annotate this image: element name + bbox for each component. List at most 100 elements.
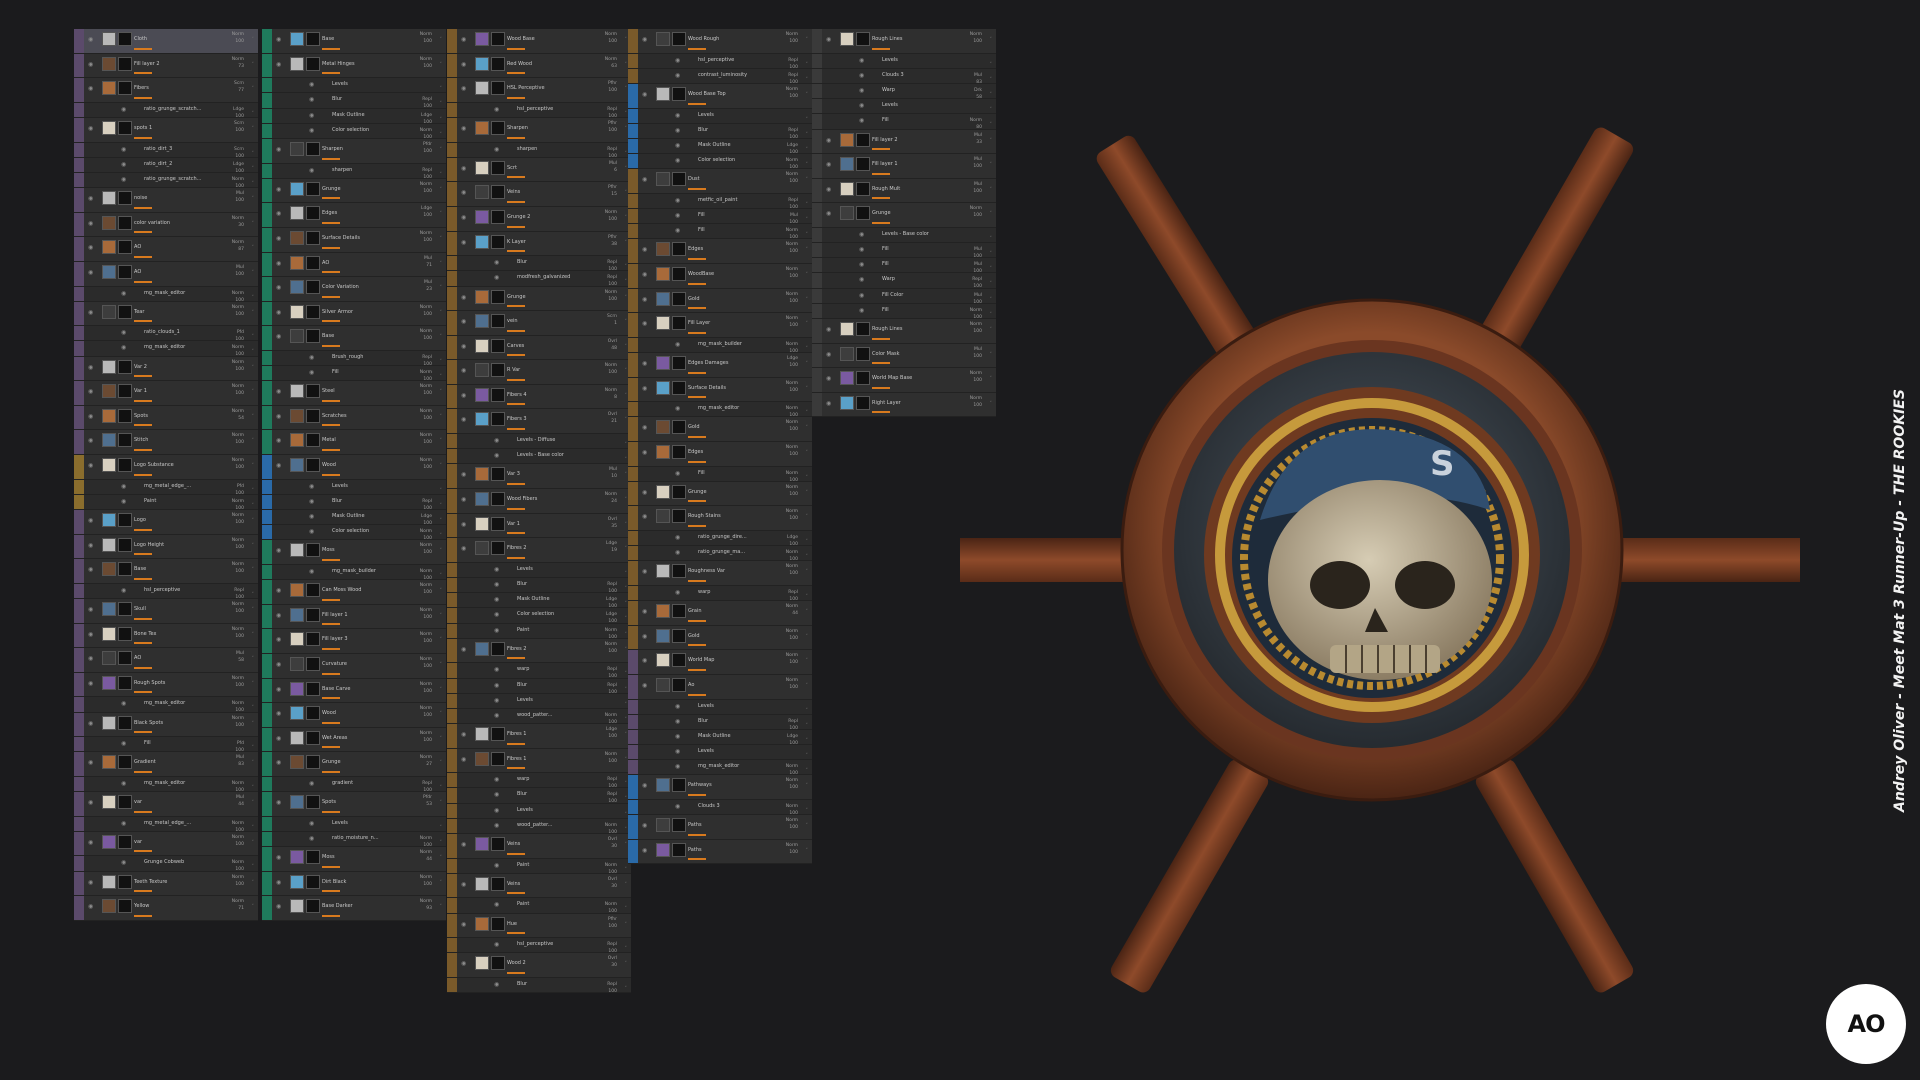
blend-mode[interactable]: Repl	[788, 58, 798, 63]
layer-row[interactable]: ◉ Base Carve Norm 100 ˅	[262, 678, 446, 704]
visibility-eye-icon[interactable]: ◉	[276, 686, 281, 694]
visibility-eye-icon[interactable]: ◉	[675, 112, 680, 120]
layer-row[interactable]: ◉ Yellow Norm 71 ˅	[74, 896, 258, 921]
layer-row[interactable]: ◉ var Mul 44 ˅	[74, 792, 258, 817]
visibility-eye-icon[interactable]: ◉	[642, 822, 647, 830]
layer-opacity[interactable]: 100	[235, 634, 244, 639]
visibility-eye-icon[interactable]: ◉	[309, 780, 314, 788]
blend-mode[interactable]: Norm	[420, 899, 432, 904]
layer-opacity[interactable]: 35	[611, 524, 617, 529]
layer-row[interactable]: ◉ Rough Stains Norm 100 ˅	[628, 506, 812, 531]
layer-row[interactable]: ◉ Fibers Scrn 77 ˅	[74, 78, 258, 103]
layer-row[interactable]: ◉ ratio_grunge_scratch... Ldge 100 ˅	[74, 102, 258, 119]
chevron-down-icon[interactable]: ˅	[440, 880, 443, 886]
layer-row[interactable]: ◉ Mask Outline Ldge 100 ˅	[628, 138, 812, 155]
blend-mode[interactable]: Norm	[420, 329, 432, 334]
layer-opacity[interactable]: 100	[608, 734, 617, 739]
blend-mode[interactable]: Norm	[232, 433, 244, 438]
visibility-eye-icon[interactable]: ◉	[276, 260, 281, 268]
visibility-eye-icon[interactable]: ◉	[461, 881, 466, 889]
chevron-down-icon[interactable]: ˅	[806, 77, 809, 83]
layer-row[interactable]: ◉ ratio_dirt_2 Ldge 100 ˅	[74, 157, 258, 174]
blend-mode[interactable]: Norm	[786, 843, 798, 848]
visibility-eye-icon[interactable]: ◉	[642, 91, 647, 99]
chevron-down-icon[interactable]: ˅	[625, 166, 628, 172]
chevron-down-icon[interactable]: ˅	[252, 864, 255, 870]
visibility-eye-icon[interactable]: ◉	[461, 521, 466, 529]
visibility-eye-icon[interactable]: ◉	[494, 862, 499, 870]
visibility-eye-icon[interactable]: ◉	[121, 329, 126, 337]
chevron-down-icon[interactable]: ˅	[625, 393, 628, 399]
chevron-down-icon[interactable]: ˅	[440, 147, 443, 153]
layer-opacity[interactable]: 100	[789, 850, 798, 855]
layer-row[interactable]: ◉ Paint Norm 100 ˅	[74, 494, 258, 511]
visibility-eye-icon[interactable]: ◉	[826, 186, 831, 194]
visibility-eye-icon[interactable]: ◉	[642, 657, 647, 665]
blend-mode[interactable]: Norm	[232, 538, 244, 543]
chevron-down-icon[interactable]: ˅	[806, 450, 809, 456]
chevron-down-icon[interactable]: ˅	[440, 86, 443, 92]
layer-row[interactable]: ◉ gradient Repl 100 ˅	[262, 776, 446, 793]
layer-opacity[interactable]: 100	[235, 545, 244, 550]
chevron-down-icon[interactable]: ˅	[806, 232, 809, 238]
chevron-down-icon[interactable]: ˅	[440, 503, 443, 509]
visibility-eye-icon[interactable]: ◉	[88, 220, 93, 228]
visibility-eye-icon[interactable]: ◉	[675, 803, 680, 811]
blend-mode[interactable]: Repl	[607, 982, 617, 987]
layer-row[interactable]: ◉ hsl_perceptive Repl 100 ˅	[74, 583, 258, 600]
blend-opacity[interactable]: Ldge 100	[421, 205, 432, 219]
layer-row[interactable]: ◉ Edges Ldge 100 ˅	[262, 203, 446, 228]
chevron-down-icon[interactable]: ˅	[806, 247, 809, 253]
layer-opacity[interactable]: 53	[426, 802, 432, 807]
blend-opacity[interactable]: Norm 100	[786, 31, 798, 45]
visibility-eye-icon[interactable]: ◉	[88, 437, 93, 445]
layer-row[interactable]: ◉ Hue Pfhr 100 ˅	[447, 913, 631, 939]
blend-mode[interactable]: Norm	[232, 409, 244, 414]
chevron-down-icon[interactable]: ˅	[806, 361, 809, 367]
visibility-eye-icon[interactable]: ◉	[461, 189, 466, 197]
chevron-down-icon[interactable]: ˅	[625, 319, 628, 325]
chevron-down-icon[interactable]: ˅	[625, 457, 628, 463]
chevron-down-icon[interactable]: ˅	[625, 946, 628, 952]
chevron-down-icon[interactable]: ˅	[252, 656, 255, 662]
visibility-eye-icon[interactable]: ◉	[675, 57, 680, 65]
chevron-down-icon[interactable]: ˅	[806, 425, 809, 431]
layer-row[interactable]: ◉ Surface Details Norm 100 ˅	[628, 377, 812, 403]
blend-opacity[interactable]: Norm 100	[420, 582, 432, 596]
layer-row[interactable]: ◉ ratio_dirt_3 Scrn 100 ˅	[74, 142, 258, 159]
layer-row[interactable]: ◉ Fibres 2 Ldge 19 ˅	[447, 538, 631, 563]
blend-mode[interactable]: Norm	[786, 778, 798, 783]
blend-mode[interactable]: Norm	[605, 823, 617, 828]
chevron-down-icon[interactable]: ˅	[440, 285, 443, 291]
blend-opacity[interactable]: Norm 100	[786, 842, 798, 856]
visibility-eye-icon[interactable]: ◉	[859, 57, 864, 65]
layer-opacity[interactable]: 100	[423, 213, 432, 218]
chevron-down-icon[interactable]: ˅	[252, 438, 255, 444]
visibility-eye-icon[interactable]: ◉	[494, 611, 499, 619]
visibility-eye-icon[interactable]: ◉	[121, 700, 126, 708]
visibility-eye-icon[interactable]: ◉	[494, 452, 499, 460]
layer-row[interactable]: ◉ mg_metal_edge_... Norm 100 ˅	[74, 816, 258, 833]
blend-opacity[interactable]: Norm 100	[420, 230, 432, 244]
blend-mode[interactable]: Norm	[786, 228, 798, 233]
layer-row[interactable]: ◉ wood_patter... Norm 100 ˅	[447, 818, 631, 835]
chevron-down-icon[interactable]: ˅	[252, 166, 255, 172]
layer-row[interactable]: ◉ spots 1 Scrn 100 ˅	[74, 117, 258, 143]
layer-row[interactable]: ◉ Color selection Norm 100 ˅	[262, 525, 446, 541]
layer-opacity[interactable]: 100	[423, 238, 432, 243]
layer-opacity[interactable]: 100	[789, 299, 798, 304]
visibility-eye-icon[interactable]: ◉	[642, 296, 647, 304]
layer-opacity[interactable]: 58	[238, 658, 244, 663]
blend-opacity[interactable]: Norm 71	[232, 898, 244, 912]
layer-opacity[interactable]: 100	[423, 713, 432, 718]
blend-opacity[interactable]: Norm 100	[420, 542, 432, 556]
layer-row[interactable]: ◉ Grunge 2 Norm 100 ˅	[447, 206, 631, 232]
blend-mode[interactable]: Norm	[232, 513, 244, 518]
layer-row[interactable]: ◉ warp Repl 100 ˅	[447, 773, 631, 789]
chevron-down-icon[interactable]: ˅	[806, 147, 809, 153]
blend-mode[interactable]: Norm	[786, 509, 798, 514]
blend-mode[interactable]: Norm	[786, 381, 798, 386]
blend-mode[interactable]: Ovrl	[608, 339, 617, 344]
visibility-eye-icon[interactable]: ◉	[461, 921, 466, 929]
layer-opacity[interactable]: 100	[789, 452, 798, 457]
